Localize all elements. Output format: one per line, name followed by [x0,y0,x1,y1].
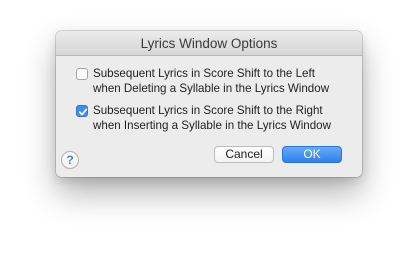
shift-left-label-line2: when Deleting a Syllable in the Lyrics W… [93,82,330,95]
shift-right-label-line2: when Inserting a Syllable in the Lyrics … [93,119,331,132]
shift-left-label[interactable]: Subsequent Lyrics in Score Shift to the … [93,66,355,96]
shift-right-label-line1: Subsequent Lyrics in Score Shift to the … [93,104,323,117]
dialog-title: Lyrics Window Options [140,36,278,51]
shift-right-checkbox[interactable] [76,105,88,117]
ok-button[interactable]: OK [282,146,342,163]
help-button[interactable]: ? [61,151,79,169]
lyrics-window-options-dialog: Lyrics Window Options Subsequent Lyrics … [56,31,362,177]
shift-left-label-line1: Subsequent Lyrics in Score Shift to the … [93,67,315,80]
cancel-button[interactable]: Cancel [214,146,274,163]
question-mark-icon: ? [66,153,74,167]
shift-right-label[interactable]: Subsequent Lyrics in Score Shift to the … [93,103,355,133]
shift-left-checkbox[interactable] [76,68,88,80]
checkmark-icon [78,108,88,116]
title-bar[interactable]: Lyrics Window Options [56,31,362,56]
